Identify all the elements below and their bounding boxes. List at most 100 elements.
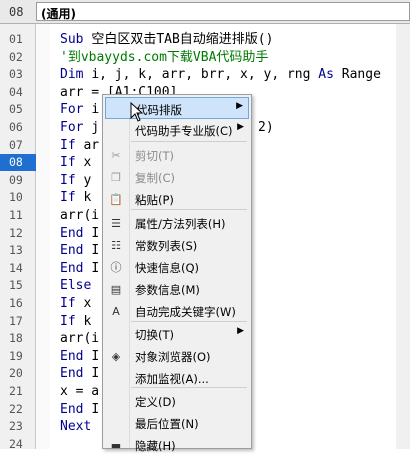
code-text: I xyxy=(91,366,100,382)
code-text: k xyxy=(83,190,92,206)
code-comment: '到vbayyds.com下载VBA代码助手 xyxy=(60,49,269,65)
menu-item[interactable]: 定义(D) xyxy=(105,390,249,412)
line-number: 19 xyxy=(9,348,23,363)
code-keyword: End xyxy=(60,243,92,259)
code-text: ar xyxy=(83,137,100,153)
code-text: I xyxy=(91,348,100,364)
submenu-arrow-icon: ▶ xyxy=(237,122,244,132)
code-keyword: Sub xyxy=(60,32,92,47)
menu-item-label: 复制(C) xyxy=(135,171,176,185)
menu-item[interactable]: A 自动完成关键字(W) xyxy=(105,300,249,322)
submenu-arrow-icon: ▶ xyxy=(236,101,243,111)
menu-item[interactable]: ✂ 剪切(T) xyxy=(105,144,249,166)
menu-item-label: 添加监视(A)... xyxy=(135,372,209,386)
line-number: 18 xyxy=(9,331,23,346)
code-keyword: Next xyxy=(60,419,92,435)
line-number: 05 xyxy=(9,102,23,117)
code-text: x xyxy=(83,155,92,171)
menu-item-label: 自动完成关键字(W) xyxy=(135,305,236,319)
indicator-margin xyxy=(36,24,50,449)
menu-item[interactable]: ❐ 复制(C) xyxy=(105,166,249,188)
menu-item[interactable]: ◈ 对象浏览器(O) xyxy=(105,345,249,367)
code-keyword: If xyxy=(60,190,84,206)
code-text: i, j, k, arr, brr, x, y, rng xyxy=(91,67,319,83)
line-number: 09 xyxy=(9,172,23,187)
code-keyword: As xyxy=(318,67,342,83)
menu-item[interactable]: ⓘ 快速信息(Q) xyxy=(105,256,249,278)
object-browser-icon: ◈ xyxy=(111,349,121,363)
code-keyword: If xyxy=(60,172,84,188)
code-keyword: End xyxy=(60,401,92,417)
menu-separator xyxy=(131,141,247,142)
code-text: I xyxy=(91,260,100,276)
code-window-header: 08 (通用) xyxy=(0,0,410,24)
line-number: 22 xyxy=(9,401,23,416)
menu-item[interactable]: ▬ 隐藏(H) xyxy=(105,434,249,456)
line-number: 01 xyxy=(9,32,23,46)
menu-item-label: 粘贴(P) xyxy=(135,193,174,207)
code-keyword: If xyxy=(60,137,84,153)
scissors-icon: ✂ xyxy=(111,148,121,162)
menu-item-label: 剪切(T) xyxy=(135,149,174,163)
code-text: arr(i xyxy=(60,208,100,223)
code-text: Range xyxy=(341,67,381,83)
code-keyword: End xyxy=(60,225,92,241)
menu-item[interactable]: 代码排版 ▶ xyxy=(105,97,249,119)
menu-item[interactable]: 📋 粘贴(P) xyxy=(105,188,249,210)
submenu-arrow-icon: ▶ xyxy=(237,326,244,336)
code-text: I xyxy=(91,401,100,417)
code-text: i xyxy=(91,102,100,118)
menu-item[interactable]: 代码助手专业版(C) ▶ xyxy=(105,119,249,141)
menu-item-label: 隐藏(H) xyxy=(135,439,176,453)
menu-item[interactable]: 最后位置(N) xyxy=(105,412,249,434)
line-number: 14 xyxy=(9,260,23,275)
code-text: x xyxy=(83,296,92,311)
code-text: x = a xyxy=(60,384,100,399)
code-line: Sub 空白区双击TAB自动缩进排版() xyxy=(60,31,410,48)
code-keyword: End xyxy=(60,260,92,276)
code-keyword: Dim xyxy=(60,67,92,83)
hide-icon: ▬ xyxy=(110,438,122,452)
paste-icon: 📋 xyxy=(109,192,123,206)
code-text: arr(i xyxy=(60,331,100,347)
line-number: 17 xyxy=(9,313,23,328)
menu-item[interactable]: ▤ 参数信息(M) xyxy=(105,278,249,300)
menu-item[interactable]: 切换(T) ▶ xyxy=(105,323,249,345)
code-text: I xyxy=(91,225,100,241)
object-combo-box[interactable]: (通用) xyxy=(36,2,410,21)
vertical-scrollbar[interactable] xyxy=(396,24,410,449)
menu-item-label: 常数列表(S) xyxy=(135,239,198,253)
line-number: 12 xyxy=(9,225,23,240)
code-text: 空白区双击TAB自动缩进排版() xyxy=(91,32,274,47)
code-keyword: If xyxy=(60,313,84,329)
menu-item[interactable]: ☰ 属性/方法列表(H) xyxy=(105,212,249,234)
line-number: 15 xyxy=(9,278,23,293)
complete-word-icon: A xyxy=(112,304,120,318)
menu-item-label: 属性/方法列表(H) xyxy=(135,217,226,231)
code-keyword: If xyxy=(60,296,84,311)
code-text: I xyxy=(91,243,100,259)
copy-icon: ❐ xyxy=(111,170,121,184)
mouse-cursor-icon xyxy=(130,102,144,122)
line-number: 13 xyxy=(9,243,23,258)
line-number: 16 xyxy=(9,296,23,310)
context-menu: 代码排版 ▶ 代码助手专业版(C) ▶ ✂ 剪切(T) ❐ 复制(C) 📋 粘贴(P) ☰ 属性/方法… xyxy=(102,94,252,453)
code-keyword: Else xyxy=(60,278,92,294)
header-line-number: 08 xyxy=(9,5,24,19)
code-keyword: End xyxy=(60,366,92,382)
menu-item[interactable]: ☷ 常数列表(S) xyxy=(105,234,249,256)
menu-item-label: 切换(T) xyxy=(135,328,174,342)
menu-item-label: 参数信息(M) xyxy=(135,283,200,297)
code-keyword: For xyxy=(60,102,92,118)
line-number: 23 xyxy=(9,419,23,434)
menu-item[interactable]: 添加监视(A)... xyxy=(105,367,249,389)
line-number: 21 xyxy=(9,384,23,398)
menu-item-label: 最后位置(N) xyxy=(135,417,199,431)
line-number: 20 xyxy=(9,366,23,381)
line-number: 07 xyxy=(9,137,23,152)
code-text: k xyxy=(83,313,92,329)
code-text: 2) xyxy=(258,120,274,135)
code-text: y xyxy=(83,172,92,188)
code-keyword: For xyxy=(60,120,92,135)
code-keyword: End xyxy=(60,348,92,364)
